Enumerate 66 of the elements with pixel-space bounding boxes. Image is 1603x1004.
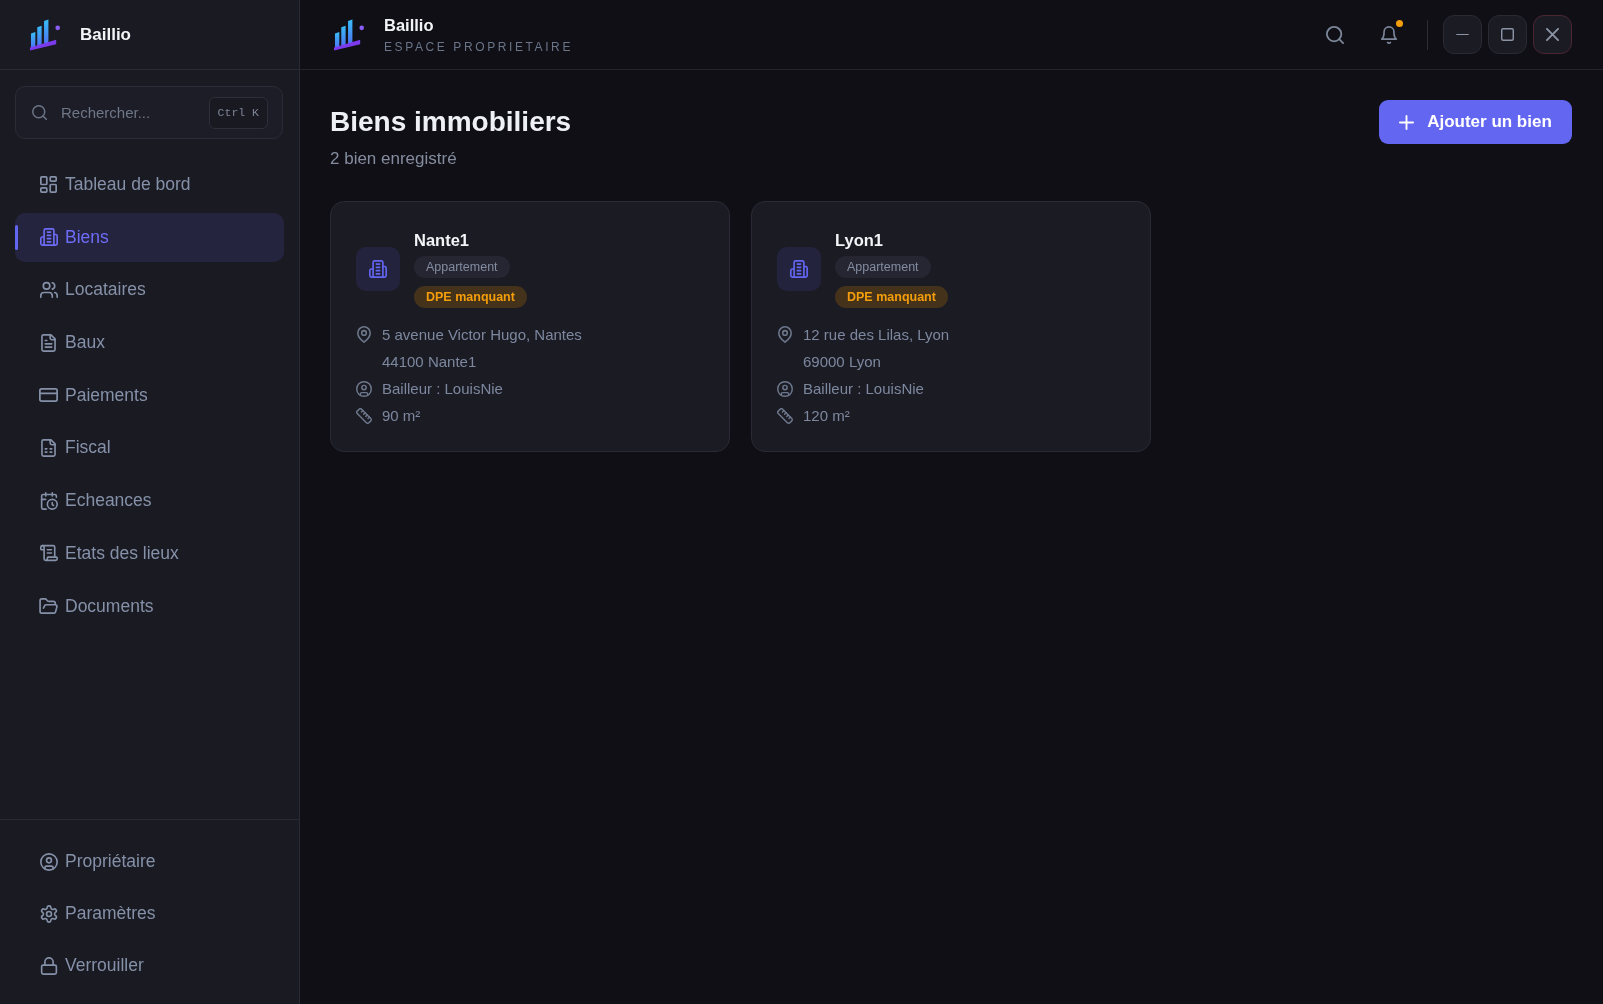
logo-icon	[30, 18, 61, 51]
property-card[interactable]: Lyon1 Appartement DPE manquant 12 rue des Lilas, Lyon 69000 Lyon Bailleur : LouisNie 120 m²	[751, 201, 1151, 452]
property-name: Nante1	[414, 230, 471, 250]
user-circle-icon	[39, 852, 58, 871]
address-line: 12 rue des Lilas, Lyon	[803, 325, 950, 345]
maximize-button[interactable]	[1488, 15, 1527, 54]
settings-icon	[39, 904, 58, 923]
bell-icon	[1380, 25, 1398, 44]
plus-icon	[1399, 114, 1415, 130]
ruler-icon	[777, 407, 793, 424]
folder-icon	[39, 598, 58, 614]
nav-item[interactable]: Baux	[15, 318, 284, 368]
app-name: Baillio	[80, 24, 131, 45]
page-title: Biens immobiliers	[330, 105, 572, 139]
building-icon	[39, 228, 58, 247]
close-icon	[1546, 28, 1559, 41]
map-pin-icon	[357, 326, 371, 343]
scroll-icon	[39, 544, 58, 563]
layout-grid-icon	[40, 176, 57, 193]
maximize-icon	[1501, 28, 1514, 41]
add-property-button[interactable]: Ajouter un bien	[1379, 100, 1572, 144]
property-type-tag: Appartement	[835, 256, 931, 278]
landlord-text: Bailleur : LouisNie	[803, 379, 924, 399]
nav-item[interactable]: Paiements	[15, 370, 284, 420]
property-name: Lyon1	[835, 230, 884, 250]
nav-item[interactable]: Biens	[15, 212, 284, 262]
property-type-tag: Appartement	[414, 256, 510, 278]
page-subtitle: 2 bien enregistré	[330, 148, 458, 170]
warning-tag: DPE manquant	[414, 286, 527, 308]
search-icon	[1326, 25, 1344, 44]
shortcut-hint: Ctrl K	[208, 97, 268, 129]
app-name: Baillio	[384, 15, 435, 35]
nav-item[interactable]: Echeances	[15, 476, 284, 526]
property-card[interactable]: Nante1 Appartement DPE manquant 5 avenue Victor Hugo, Nantes 44100 Nante1 Bailleur : LouisNie 90 m²	[330, 201, 730, 452]
surface-text: 90 m²	[382, 406, 421, 426]
building-icon	[777, 247, 821, 291]
map-pin-icon	[778, 326, 792, 343]
logo-icon	[334, 18, 365, 51]
address-line: 5 avenue Victor Hugo, Nantes	[382, 325, 582, 345]
calendar-clock-icon	[39, 491, 58, 510]
address-line: 44100 Nante1	[382, 352, 478, 372]
search-icon	[32, 105, 47, 120]
nav-item[interactable]: Propriétaire	[15, 837, 284, 886]
close-button[interactable]	[1533, 15, 1572, 54]
credit-card-icon	[39, 388, 58, 403]
address-line: 69000 Lyon	[803, 352, 882, 372]
user-circle-icon	[356, 380, 372, 397]
nav-item[interactable]: Verrouiller	[15, 941, 284, 990]
app-subtitle: ESPACE PROPRIETAIRE	[384, 39, 573, 54]
lock-icon	[39, 956, 58, 975]
nav-item[interactable]: Paramètres	[15, 889, 284, 938]
nav-item[interactable]: Locataires	[15, 265, 284, 315]
document-icon	[41, 333, 56, 352]
ruler-icon	[356, 407, 372, 424]
nav-item[interactable]: Fiscal	[15, 423, 284, 473]
nav-item[interactable]: Tableau de bord	[15, 160, 284, 209]
users-icon	[39, 280, 58, 299]
nav-item[interactable]: Etats des lieux	[15, 528, 284, 578]
nav-item[interactable]: Documents	[15, 581, 284, 631]
user-circle-icon	[777, 380, 793, 397]
landlord-text: Bailleur : LouisNie	[382, 379, 503, 399]
minimize-icon	[1456, 33, 1469, 36]
surface-text: 120 m²	[803, 406, 850, 426]
warning-tag: DPE manquant	[835, 286, 948, 308]
file-grid-icon	[41, 438, 56, 457]
building-icon	[356, 247, 400, 291]
